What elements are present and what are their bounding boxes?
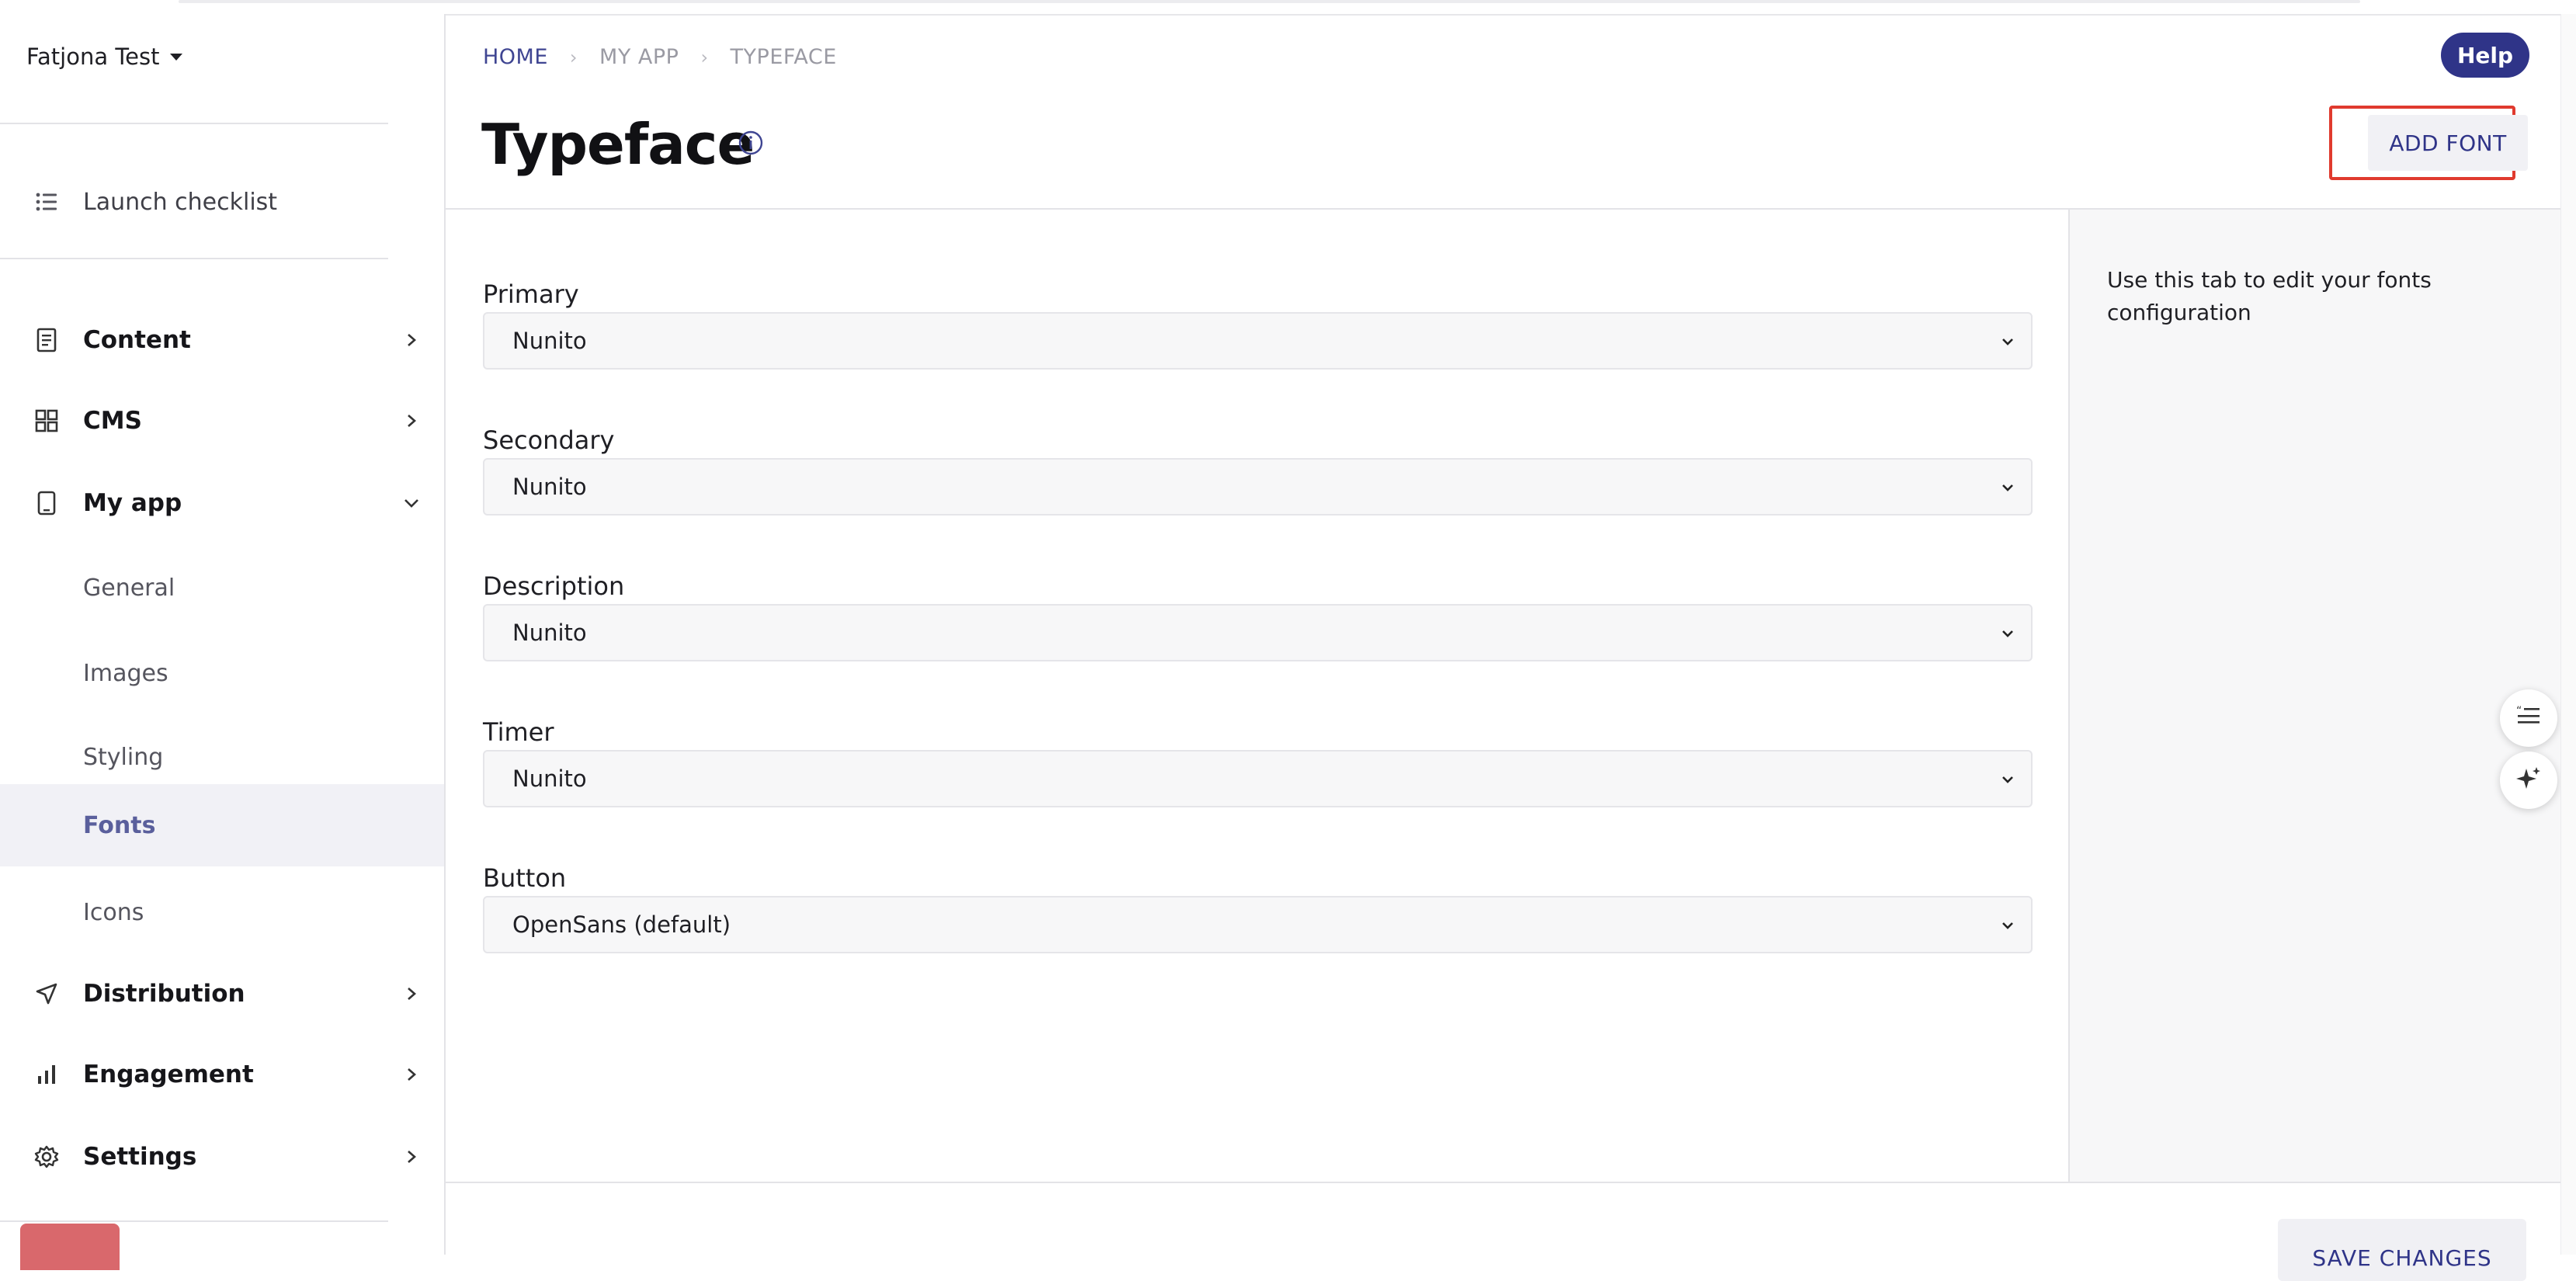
sidebar-item-fonts[interactable]: Fonts [0, 784, 444, 866]
document-icon [31, 325, 62, 356]
chevron-down-icon [398, 489, 425, 517]
chevron-right-icon [398, 980, 425, 1008]
sidebar-divider [0, 123, 388, 124]
main-content: HOME › MY APP › TYPEFACE Help Typeface A… [446, 14, 2562, 1281]
save-changes-button[interactable]: SAVE CHANGES [2278, 1219, 2526, 1281]
send-icon [31, 978, 62, 1009]
chevron-down-icon [1998, 916, 2017, 935]
help-panel-text: Use this tab to edit your fonts configur… [2107, 267, 2432, 325]
page-title: Typeface [481, 112, 755, 177]
sidebar-bottom-button[interactable] [20, 1224, 120, 1270]
chevron-right-icon [398, 407, 425, 435]
sidebar-item-label: My app [83, 489, 182, 517]
account-name: Fatjona Test [26, 43, 160, 70]
sidebar-item-label: Icons [83, 898, 144, 926]
description-font-select[interactable]: Nunito [483, 604, 2033, 661]
sidebar-item-label: Distribution [83, 980, 245, 1008]
sidebar-item-label: CMS [83, 407, 142, 435]
select-value: Nunito [512, 474, 587, 500]
top-scroll-track [179, 0, 2360, 3]
sidebar-item-icons[interactable]: Icons [0, 871, 444, 953]
chevron-down-icon [1998, 332, 2017, 351]
checklist-icon [31, 186, 62, 217]
sparkle-icon [2515, 765, 2542, 795]
save-changes-label: SAVE CHANGES [2312, 1245, 2492, 1271]
sidebar-item-distribution[interactable]: Distribution [0, 956, 444, 1031]
sidebar-divider [0, 1220, 388, 1222]
field-label-timer: Timer [483, 717, 554, 747]
sidebar-item-label: General [83, 574, 175, 602]
sidebar-divider [0, 258, 388, 259]
chevron-down-icon [1998, 478, 2017, 497]
gear-icon [31, 1141, 62, 1172]
chevron-right-icon [398, 1143, 425, 1171]
help-button[interactable]: Help [2441, 33, 2529, 78]
sidebar-item-label: Fonts [83, 811, 156, 839]
breadcrumb-my-app[interactable]: MY APP [599, 45, 679, 69]
sidebar-item-general[interactable]: General [0, 547, 444, 629]
sidebar: Fatjona Test Launch checklist Content CM… [0, 14, 446, 1270]
field-label-description: Description [483, 571, 625, 601]
browser-top-strip [0, 0, 2576, 16]
sidebar-item-content[interactable]: Content [0, 303, 444, 377]
quote-list-icon: “ [2516, 705, 2541, 731]
chevron-right-icon [398, 1061, 425, 1088]
select-value: Nunito [512, 765, 587, 792]
add-font-button[interactable]: ADD FONT [2368, 115, 2528, 171]
breadcrumb-home[interactable]: HOME [483, 45, 548, 69]
quote-list-button[interactable]: “ [2500, 689, 2557, 747]
sidebar-item-label: Launch checklist [83, 188, 278, 216]
info-icon[interactable] [738, 130, 764, 156]
sidebar-item-settings[interactable]: Settings [0, 1120, 444, 1194]
select-value: Nunito [512, 328, 587, 354]
field-label-secondary: Secondary [483, 425, 615, 455]
sidebar-item-cms[interactable]: CMS [0, 384, 444, 458]
breadcrumb-chevron-icon: › [569, 46, 578, 68]
select-value: Nunito [512, 620, 587, 646]
breadcrumb: HOME › MY APP › TYPEFACE [483, 45, 837, 69]
select-value: OpenSans (default) [512, 911, 731, 938]
sidebar-item-label: Content [83, 326, 191, 354]
bar-chart-icon [31, 1059, 62, 1090]
ai-assistant-button[interactable] [2500, 752, 2557, 809]
vertical-scrollbar[interactable] [2560, 14, 2576, 1255]
sidebar-item-my-app[interactable]: My app [0, 466, 444, 540]
sidebar-item-images[interactable]: Images [0, 632, 444, 714]
footer-divider [446, 1182, 2560, 1183]
phone-icon [31, 488, 62, 519]
account-switcher[interactable]: Fatjona Test [26, 43, 183, 70]
sidebar-item-label: Images [83, 659, 168, 687]
chevron-down-icon [1998, 624, 2017, 643]
field-label-primary: Primary [483, 279, 579, 309]
primary-font-select[interactable]: Nunito [483, 312, 2033, 370]
grid-icon [31, 405, 62, 436]
chevron-down-icon [1998, 770, 2017, 789]
breadcrumb-chevron-icon: › [700, 46, 709, 68]
chevron-right-icon [398, 326, 425, 354]
timer-font-select[interactable]: Nunito [483, 750, 2033, 807]
sidebar-item-engagement[interactable]: Engagement [0, 1037, 444, 1112]
help-panel: Use this tab to edit your fonts configur… [2068, 210, 2562, 1182]
secondary-font-select[interactable]: Nunito [483, 458, 2033, 516]
caret-down-icon [170, 53, 183, 61]
sidebar-item-label: Engagement [83, 1061, 254, 1088]
sidebar-item-launch-checklist[interactable]: Launch checklist [0, 175, 444, 228]
field-label-button: Button [483, 863, 567, 893]
sidebar-item-label: Settings [83, 1143, 197, 1171]
sidebar-item-label: Styling [83, 743, 164, 771]
button-font-select[interactable]: OpenSans (default) [483, 896, 2033, 953]
breadcrumb-typeface: TYPEFACE [730, 45, 837, 69]
